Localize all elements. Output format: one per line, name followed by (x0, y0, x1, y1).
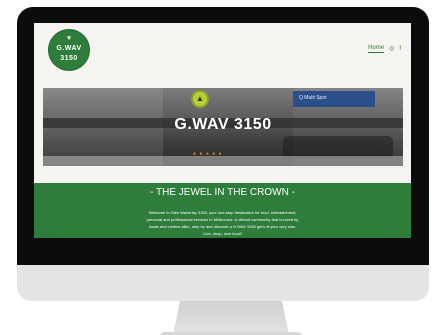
intro-heading: - THE JEWEL IN THE CROWN - (150, 187, 295, 198)
logo-line-1: G.WAV (56, 45, 82, 52)
hero-title: G.WAV 3150 (174, 116, 272, 133)
nav-home-link[interactable]: Home (368, 45, 385, 53)
hero-shop-sign-text: Q Multi Spot (299, 95, 327, 101)
hero-banner: Q Multi Spot ▲ G.WAV 3150 ● ● ● ● ● (43, 88, 403, 166)
site-logo[interactable]: ♥ G.WAV 3150 (48, 29, 90, 71)
hero-ground (43, 156, 403, 166)
intro-section: - THE JEWEL IN THE CROWN - Welcome to Gl… (34, 183, 411, 238)
logo-line-2: 3150 (60, 55, 78, 62)
carousel-dots[interactable]: ● ● ● ● ● (193, 151, 223, 157)
website-screen: ♥ G.WAV 3150 Home ◎ f Q Multi Spot ▲ G.W… (34, 23, 411, 238)
intro-body: Welcome to Glen Waverley 3150, your one-… (146, 210, 299, 236)
monitor-chin (17, 265, 429, 301)
heart-icon: ♥ (66, 35, 72, 42)
monitor-stand-neck (173, 301, 289, 335)
facebook-icon[interactable]: f (399, 46, 401, 53)
hero-crowd (283, 136, 393, 158)
top-nav: Home ◎ f (368, 45, 401, 53)
instagram-icon[interactable]: ◎ (389, 46, 394, 53)
location-pin-icon: ▲ (191, 90, 209, 108)
